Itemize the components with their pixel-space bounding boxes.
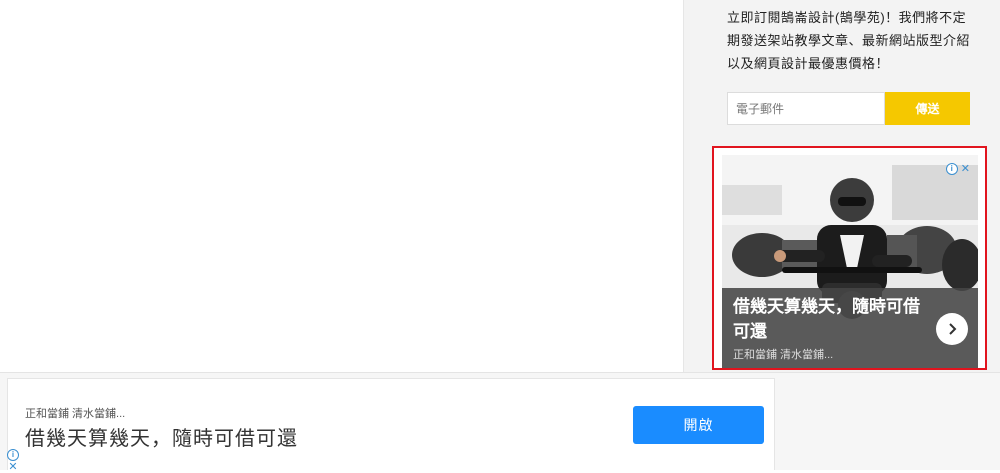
anchor-ad-bar: 正和當鋪 清水當鋪... 借幾天算幾天，隨時可借可還 開啟 <box>0 372 1000 470</box>
subscribe-form: 傳送 <box>727 92 970 125</box>
ad-overlay: 借幾天算幾天，隨時可借可還 正和當鋪 清水當鋪... <box>722 288 978 368</box>
open-button[interactable]: 開啟 <box>633 406 764 444</box>
subscribe-promo-text: 立即訂閱鵠崙設計(鵠學苑)！我們將不定期發送架站教學文章、最新網站版型介紹以及網… <box>727 10 971 71</box>
anchor-ad-headline[interactable]: 借幾天算幾天，隨時可借可還 <box>25 422 298 451</box>
anchor-ad-card[interactable]: 正和當鋪 清水當鋪... 借幾天算幾天，隨時可借可還 開啟 <box>7 378 775 470</box>
send-button[interactable]: 傳送 <box>885 92 970 125</box>
email-field[interactable] <box>727 92 885 125</box>
ad-image[interactable]: i ✕ 借幾天算幾天，隨時可借可還 正和當鋪 清水當鋪... <box>722 155 978 368</box>
anchor-ad-advertiser: 正和當鋪 清水當鋪... <box>25 408 126 420</box>
ad-headline[interactable]: 借幾天算幾天，隨時可借可還 <box>733 294 933 344</box>
info-icon[interactable]: i <box>7 449 19 461</box>
ad-advertiser: 正和當鋪 清水當鋪... <box>733 349 834 361</box>
info-icon[interactable]: i <box>945 163 958 175</box>
chevron-right-icon <box>949 323 957 335</box>
close-icon[interactable]: ✕ <box>8 462 17 473</box>
close-icon[interactable]: ✕ <box>961 164 970 175</box>
sidebar-ad[interactable]: i ✕ 借幾天算幾天，隨時可借可還 正和當鋪 清水當鋪... <box>712 146 987 370</box>
next-button[interactable] <box>936 313 968 345</box>
ad-choices[interactable]: i ✕ <box>945 163 970 175</box>
